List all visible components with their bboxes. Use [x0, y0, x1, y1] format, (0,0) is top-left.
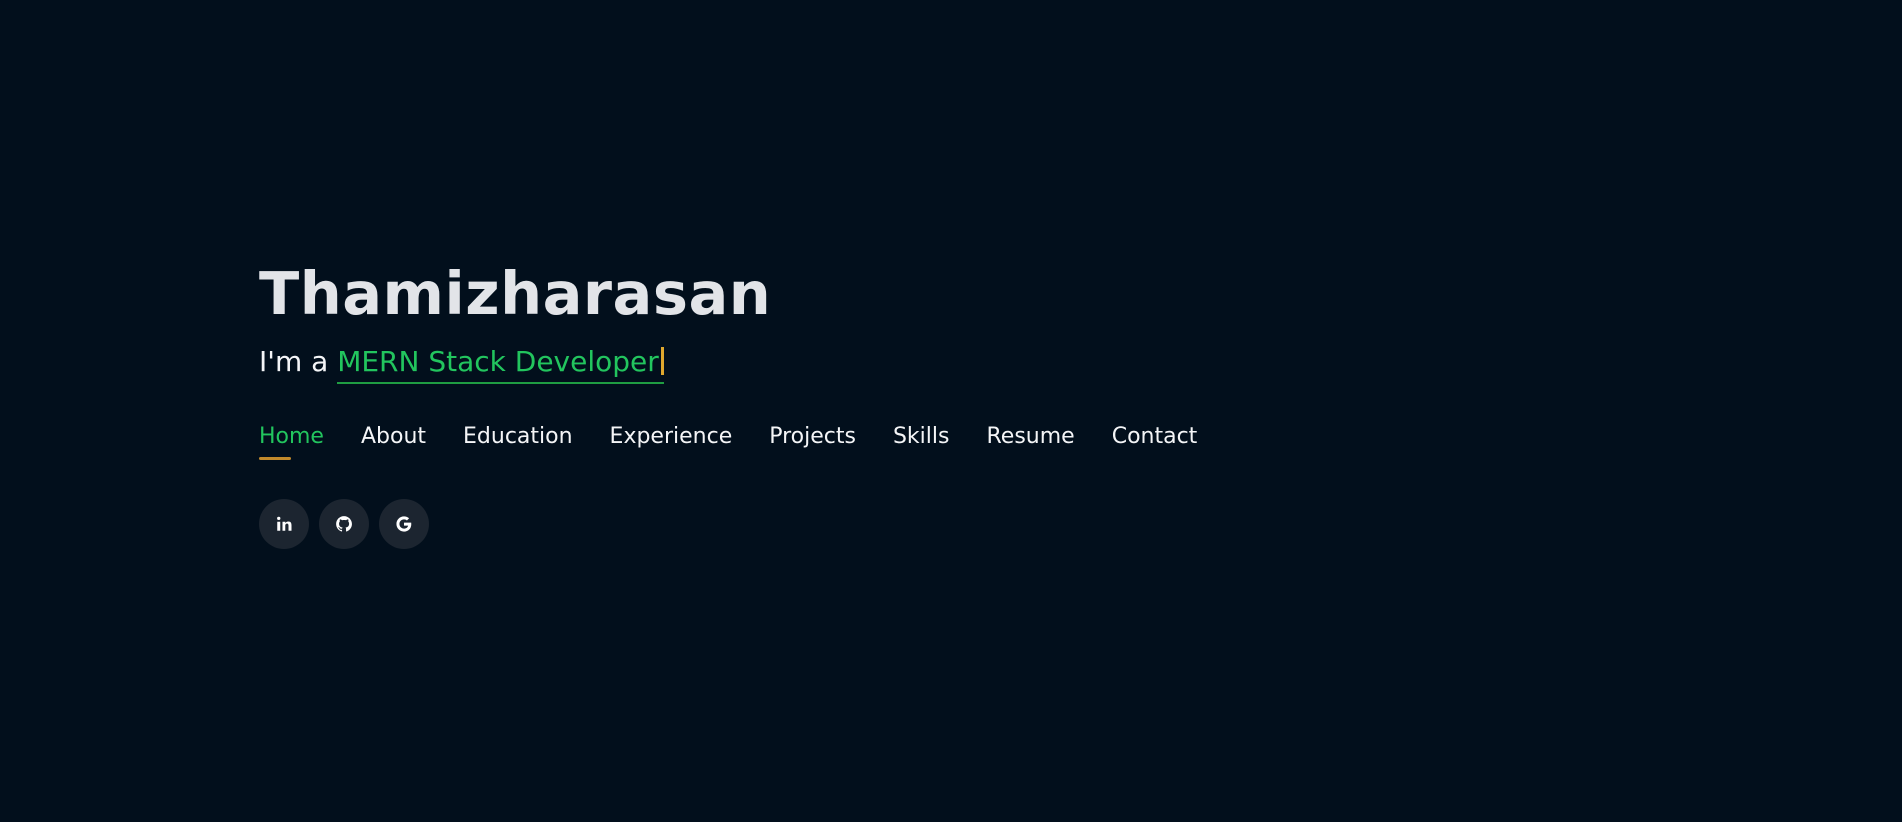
main-nav: Home About Education Experience Projects…	[259, 422, 1234, 460]
nav-item-education[interactable]: Education	[463, 422, 573, 452]
github-icon	[336, 516, 352, 532]
nav-item-contact[interactable]: Contact	[1112, 422, 1198, 452]
nav-item-skills[interactable]: Skills	[893, 422, 950, 452]
page: Thamizharasan I'm a MERN Stack Developer…	[0, 0, 1902, 822]
social-links	[259, 499, 1234, 549]
typed-role: MERN Stack Developer	[337, 345, 659, 378]
nav-item-resume[interactable]: Resume	[986, 422, 1074, 452]
linkedin-button[interactable]	[259, 499, 309, 549]
nav-item-home[interactable]: Home	[259, 422, 324, 460]
nav-item-projects[interactable]: Projects	[769, 422, 856, 452]
google-button[interactable]	[379, 499, 429, 549]
google-icon	[396, 516, 412, 532]
nav-item-about[interactable]: About	[361, 422, 426, 452]
tagline-prefix: I'm a	[259, 345, 338, 378]
linkedin-icon	[277, 516, 292, 531]
typed-role-container: MERN Stack Developer	[337, 344, 664, 384]
hero-name: Thamizharasan	[259, 259, 772, 328]
nav-item-experience[interactable]: Experience	[610, 422, 733, 452]
hero-tagline: I'm a MERN Stack Developer	[259, 344, 1234, 384]
hero-section: Thamizharasan I'm a MERN Stack Developer…	[259, 258, 1234, 549]
github-button[interactable]	[319, 499, 369, 549]
typing-cursor	[660, 347, 664, 375]
